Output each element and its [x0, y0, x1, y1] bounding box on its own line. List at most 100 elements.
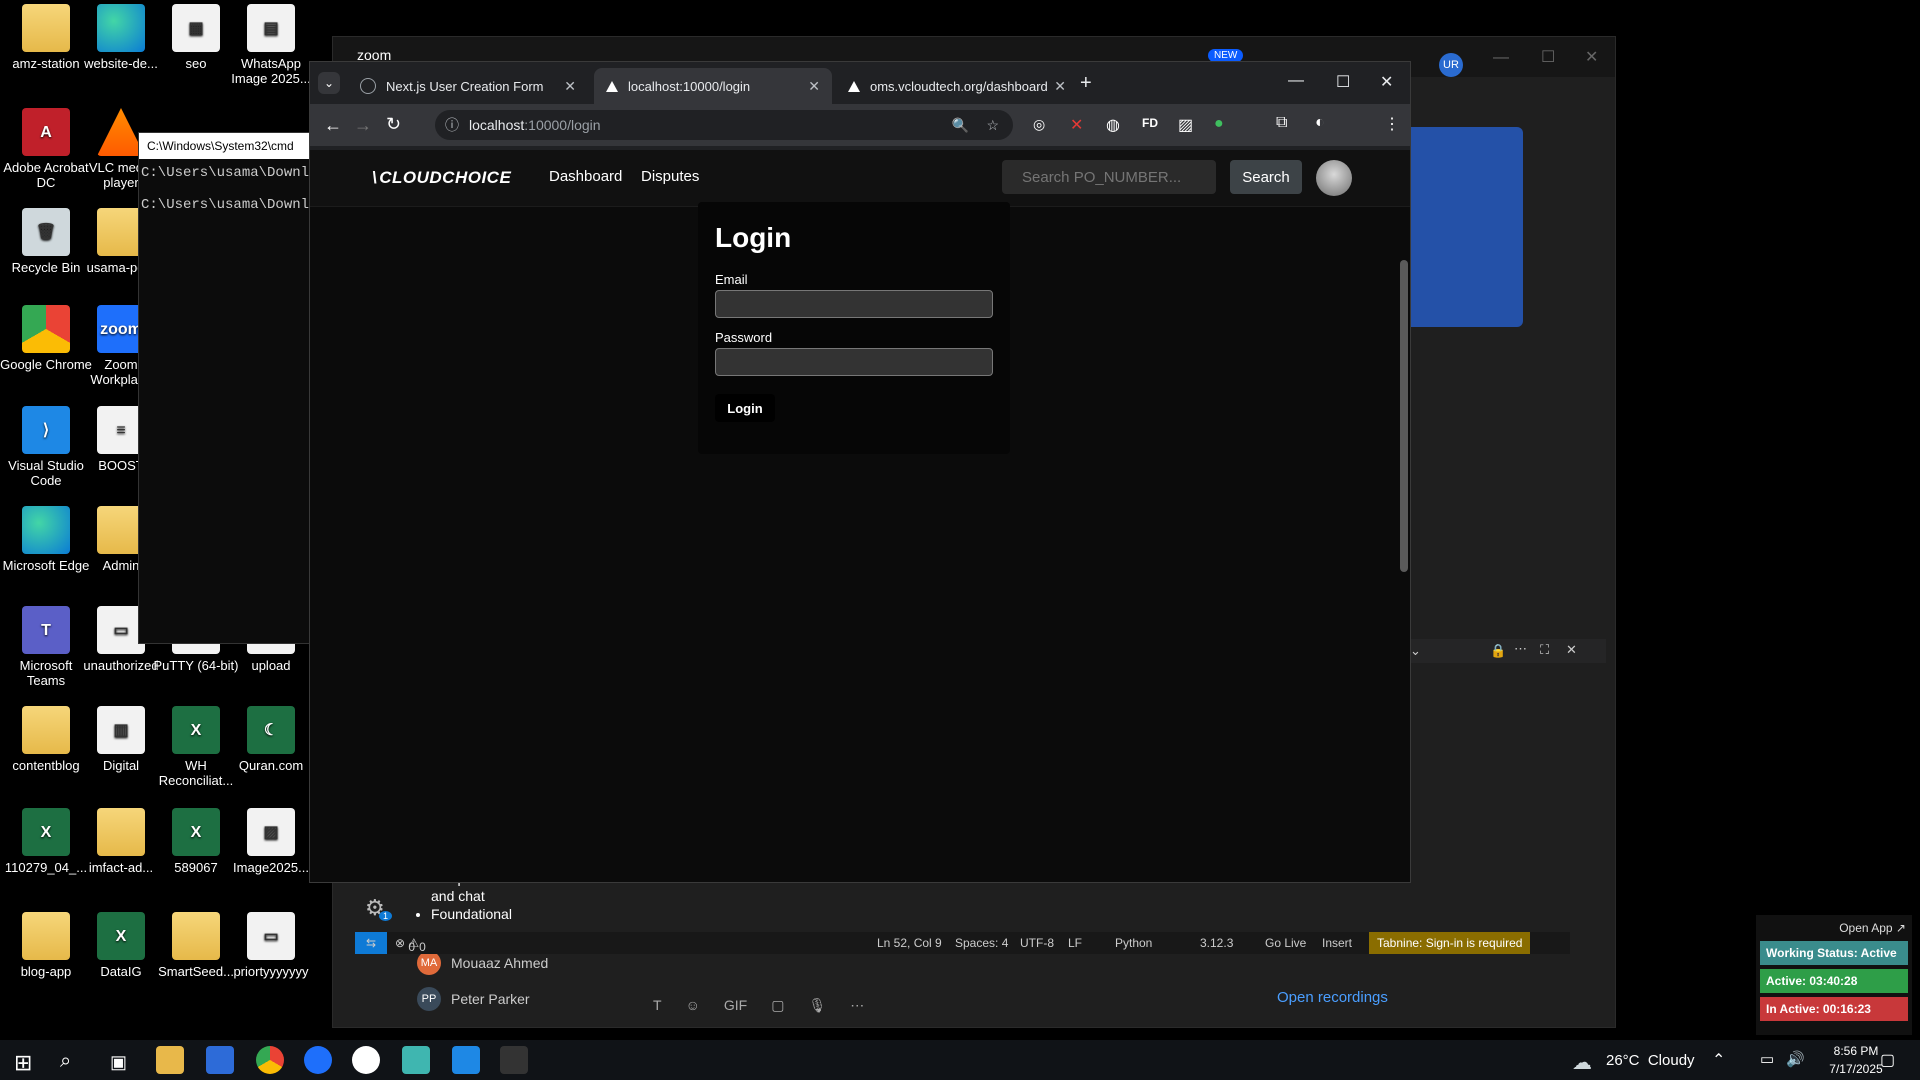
settings-gear-icon[interactable]: ⚙ 1	[365, 895, 393, 921]
task-view-icon[interactable]: ▣	[110, 1052, 127, 1073]
python-version[interactable]: 3.12.3	[1200, 936, 1233, 950]
user-avatar[interactable]	[1316, 160, 1352, 196]
lock-icon[interactable]: 🔒	[1490, 643, 1506, 659]
app-navbar: \ CLOUDCHOICE Dashboard Disputes Search	[310, 150, 1410, 207]
nav-disputes[interactable]: Disputes	[641, 168, 699, 185]
go-live-button[interactable]: Go Live	[1265, 936, 1306, 950]
extensions-puzzle-icon[interactable]: ⧉	[1276, 114, 1287, 132]
tray-chevron-icon[interactable]: ⌃	[1712, 1050, 1725, 1070]
close-tab-icon[interactable]: ✕	[808, 78, 820, 95]
terminal-taskbar-icon[interactable]	[500, 1046, 528, 1074]
cursor-position[interactable]: Ln 52, Col 9	[877, 936, 942, 950]
close-tab-icon[interactable]: ✕	[1054, 78, 1066, 95]
desktop-icon-label: Quran.com	[238, 758, 304, 773]
desktop-icon[interactable]: ▭ priortyyyyyyy	[225, 912, 317, 979]
gif-button[interactable]: GIF	[724, 997, 747, 1014]
fd-extension-icon[interactable]: FD	[1142, 116, 1158, 130]
folder-icon	[172, 912, 220, 960]
user-avatar[interactable]: UR	[1439, 53, 1463, 77]
forward-icon[interactable]: →	[354, 115, 372, 136]
folder-icon	[22, 4, 70, 52]
language[interactable]: Python	[1115, 936, 1152, 950]
maximize-icon[interactable]: ☐	[1336, 72, 1350, 92]
page-scrollbar[interactable]	[1400, 260, 1408, 572]
more-options-icon[interactable]: ⋯	[850, 997, 864, 1014]
cmd-window[interactable]: C:\Windows\System32\cmd C:\Users\usama\D…	[138, 132, 326, 644]
volume-icon[interactable]: 🔊	[1786, 1050, 1805, 1068]
format-icon[interactable]: T	[653, 997, 662, 1014]
desktop-icon[interactable]: ☾ Quran.com	[225, 706, 317, 773]
emoji-icon[interactable]: ☺	[686, 997, 700, 1014]
zoom-icon[interactable]: 🔍	[952, 117, 969, 134]
new-tab-button[interactable]: +	[1080, 72, 1092, 95]
encoding[interactable]: UTF-8	[1020, 936, 1054, 950]
extension-close-icon[interactable]: ✕	[1070, 115, 1083, 135]
menu-kebab-icon[interactable]: ⋮	[1384, 114, 1400, 134]
windows-start-icon[interactable]: ⊞	[14, 1050, 32, 1076]
app2-taskbar-icon[interactable]	[402, 1046, 430, 1074]
close-icon[interactable]: ✕	[1585, 47, 1598, 67]
login-button[interactable]: Login	[715, 394, 775, 422]
tab-login[interactable]: localhost:10000/login ✕	[594, 68, 832, 104]
chrome-taskbar-icon[interactable]	[256, 1046, 284, 1074]
folder-icon	[22, 706, 70, 754]
person-row[interactable]: MA Mouaaz Ahmed	[417, 951, 548, 975]
close-window-icon[interactable]: ✕	[1380, 72, 1393, 92]
image-extension-icon[interactable]: ▨	[1178, 115, 1193, 135]
close-panel-icon[interactable]: ✕	[1566, 642, 1577, 658]
back-icon[interactable]: ←	[324, 115, 342, 136]
extension-icon[interactable]: ◎	[1033, 116, 1045, 133]
store-icon[interactable]	[206, 1046, 234, 1074]
minimize-icon[interactable]: —	[1493, 49, 1509, 67]
tabnine-status[interactable]: Tabnine: Sign-in is required	[1369, 932, 1531, 954]
tab-oms-dashboard[interactable]: oms.vcloudtech.org/dashboard ✕	[836, 68, 1078, 104]
desktop-icon-label: Image2025...	[233, 860, 309, 875]
tab-nextjs-form[interactable]: Next.js User Creation Form ✕	[348, 68, 588, 104]
desktop-icon[interactable]: ▨ Image2025...	[225, 808, 317, 875]
po-search-input[interactable]	[1002, 160, 1216, 194]
folder-icon	[97, 808, 145, 856]
problems-indicator[interactable]: ⊗ 0 ⚠ 0	[395, 936, 426, 954]
reload-icon[interactable]: ↻	[386, 114, 401, 135]
site-info-icon[interactable]: ⓘ	[445, 115, 459, 135]
attach-icon[interactable]: ▢	[771, 997, 784, 1014]
xls-icon: X	[172, 706, 220, 754]
email-field[interactable]	[715, 290, 993, 318]
app-taskbar-icon[interactable]	[352, 1046, 380, 1074]
zoom-taskbar-icon[interactable]	[304, 1046, 332, 1074]
person-row[interactable]: PP Peter Parker	[417, 987, 530, 1011]
password-field[interactable]	[715, 348, 993, 376]
green-extension-icon[interactable]: ●	[1214, 115, 1224, 133]
search-button[interactable]: Search	[1230, 160, 1302, 194]
indentation[interactable]: Spaces: 4	[955, 936, 1008, 950]
open-recordings-link[interactable]: Open recordings	[1277, 989, 1388, 1006]
search-icon[interactable]: ⌕	[60, 1050, 71, 1073]
network-icon[interactable]: ▭	[1760, 1050, 1774, 1068]
profile-icon[interactable]: ◐	[1315, 114, 1325, 132]
file-explorer-icon[interactable]	[156, 1046, 184, 1074]
remote-icon[interactable]: ⇆	[355, 932, 387, 954]
more-icon[interactable]: ⋯	[1514, 641, 1527, 657]
tab-search-icon[interactable]: ⌄	[318, 72, 340, 94]
mic-icon[interactable]: 🎙	[808, 997, 826, 1014]
cmd-titlebar[interactable]: C:\Windows\System32\cmd	[139, 133, 319, 159]
maximize-icon[interactable]: ☐	[1541, 47, 1555, 67]
expand-icon[interactable]: ⛶	[1540, 642, 1549, 658]
panel-toolbar: ⌄ 🔒 ⋯ ⛶ ✕	[1406, 639, 1606, 663]
eol[interactable]: LF	[1068, 936, 1082, 950]
chrome-icon	[22, 305, 70, 353]
notifications-icon[interactable]: ▢	[1880, 1050, 1895, 1070]
bookmark-star-icon[interactable]: ☆	[986, 117, 999, 134]
minimize-icon[interactable]: —	[1288, 72, 1304, 90]
weather-text[interactable]: 26°C Cloudy	[1606, 1052, 1695, 1069]
weather-cloud-icon[interactable]: ☁	[1572, 1050, 1592, 1075]
chevron-down-icon[interactable]: ⌄	[1410, 643, 1421, 659]
open-app-button[interactable]: Open App ↗	[1756, 915, 1912, 935]
globe-extension-icon[interactable]: ◍	[1106, 115, 1120, 135]
desktop-icon[interactable]: ▤ WhatsApp Image 2025...	[225, 4, 317, 86]
address-bar[interactable]: ⓘ localhost:10000/login 🔍 ☆	[435, 110, 1013, 140]
nav-dashboard[interactable]: Dashboard	[549, 168, 622, 185]
brand-logo[interactable]: \ CLOUDCHOICE	[372, 168, 511, 188]
vscode-taskbar-icon[interactable]	[452, 1046, 480, 1074]
close-tab-icon[interactable]: ✕	[564, 78, 576, 95]
